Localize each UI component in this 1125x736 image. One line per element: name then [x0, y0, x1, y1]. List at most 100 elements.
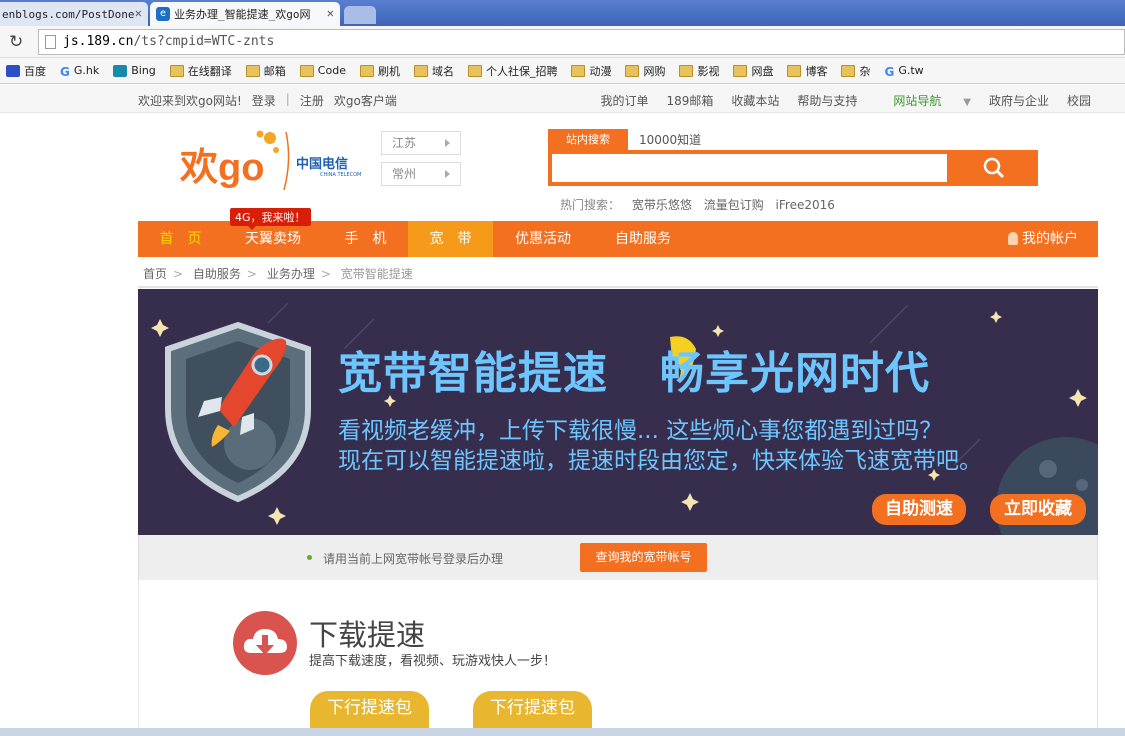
bookmark-item[interactable]: 邮箱 — [245, 63, 286, 79]
nav-promotions[interactable]: 优惠活动 — [493, 221, 593, 257]
site-topbar: 欢迎来到欢go网站! 登录 | 注册 欢go客户端 我的订单 189邮箱 收藏本… — [0, 85, 1125, 113]
tab-site-search[interactable]: 站内搜索 — [548, 129, 628, 150]
download-cloud-icon — [233, 611, 297, 675]
folder-icon — [299, 64, 314, 77]
nav-home[interactable]: 首 页 — [138, 221, 223, 257]
url-host: js.189.cn — [63, 34, 134, 49]
new-tab-button[interactable] — [344, 6, 376, 24]
add-favorite-button[interactable]: 立即收藏 — [990, 494, 1086, 525]
nav-phones[interactable]: 手 机 — [323, 221, 408, 257]
site-nav-label: 网站导航 — [893, 94, 942, 108]
bookmark-site-link[interactable]: 收藏本站 — [731, 92, 779, 109]
bookmark-item[interactable]: G G.hk — [60, 64, 100, 79]
folder-icon — [245, 64, 260, 77]
bookmark-item[interactable]: 在线翻译 — [169, 63, 232, 79]
bookmark-label: 个人社保_招聘 — [485, 64, 558, 78]
client-link[interactable]: 欢go客户端 — [334, 92, 397, 109]
bookmarks-bar: 百度 G G.hk Bing 在线翻译 邮箱 Code 刷机 域名 个人社保_招聘 动漫 网购 影视 网盘… — [0, 58, 1125, 84]
crumb-current: 宽带智能提速 — [340, 267, 413, 281]
promo-banner: 宽带智能提速 畅享光网时代 看视频老缓冲，上传下载很慢... 这些烦心事您都遇到过… — [138, 289, 1098, 535]
nav-my-account[interactable]: 我的帐户 — [1008, 221, 1078, 257]
browser-tab-active[interactable]: e 业务办理_智能提速_欢go网 ✕ — [150, 2, 340, 26]
address-bar[interactable]: js.189.cn/ts?cmpid=WTC-znts — [38, 29, 1125, 55]
hot-label: 热门搜索： — [560, 198, 621, 212]
bookmark-item[interactable]: 杂 — [841, 63, 870, 79]
4g-badge: 4G，我来啦！ — [230, 208, 311, 230]
tab-10000-knows[interactable]: 10000知道 — [639, 131, 701, 148]
search-input[interactable] — [552, 154, 947, 182]
bookmark-item[interactable]: G G.tw — [884, 64, 924, 79]
mail-189-link[interactable]: 189邮箱 — [666, 92, 713, 109]
banner-line-2: 现在可以智能提速啦，提速时段由您定，快来体验飞速宽带吧。 — [338, 448, 982, 474]
bookmark-item[interactable]: 百度 — [6, 63, 46, 79]
bookmark-label: G.tw — [898, 64, 924, 77]
tab-title: enblogs.com/PostDone — [2, 7, 135, 21]
help-link[interactable]: 帮助与支持 — [797, 92, 857, 109]
my-orders-link[interactable]: 我的订单 — [600, 92, 648, 109]
banner-line-1: 看视频老缓冲，上传下载很慢... 这些烦心事您都遇到过吗？ — [338, 418, 943, 444]
telecom-favicon-icon: e — [156, 7, 170, 21]
folder-icon — [413, 64, 428, 77]
crumb-home[interactable]: 首页 — [143, 267, 167, 281]
separator: | — [285, 92, 290, 106]
bookmark-label: 网购 — [643, 64, 666, 78]
bookmark-item[interactable]: 影视 — [679, 63, 719, 79]
brand-text: 中国电信 — [296, 156, 348, 172]
bookmark-label: 动漫 — [589, 64, 612, 78]
brand-en-text: CHINA TELECOM — [320, 172, 361, 178]
campus-link[interactable]: 校园 — [1067, 92, 1091, 109]
close-tab-icon[interactable]: ✕ — [327, 6, 334, 20]
site-logo[interactable]: 欢go 中国电信 CHINA TELECOM — [179, 128, 375, 192]
banner-title: 宽带智能提速 畅享光网时代 — [338, 337, 930, 401]
hot-keyword[interactable]: 流量包订购 — [704, 198, 764, 212]
browser-tab[interactable]: enblogs.com/PostDone ✕ — [0, 2, 148, 26]
hot-keyword[interactable]: iFree2016 — [776, 198, 835, 212]
search-button[interactable] — [949, 150, 1038, 186]
hot-keyword[interactable]: 宽带乐悠悠 — [632, 198, 692, 212]
bookmark-item[interactable]: 博客 — [787, 63, 827, 79]
bookmark-item[interactable]: 个人社保_招聘 — [467, 63, 558, 79]
bookmark-item[interactable]: Code — [299, 64, 346, 77]
login-link[interactable]: 登录 — [252, 92, 276, 109]
reload-icon[interactable]: ↻ — [9, 32, 23, 52]
folder-icon — [467, 64, 482, 77]
close-tab-icon[interactable]: ✕ — [135, 6, 142, 20]
page-icon — [45, 35, 56, 49]
query-account-button[interactable]: 查询我的宽带帐号 — [580, 543, 707, 572]
main-nav: 首 页 天翼卖场 手 机 宽 带 优惠活动 自助服务 我的帐户 — [138, 221, 1098, 257]
bookmark-label: 百度 — [24, 64, 46, 78]
nav-broadband[interactable]: 宽 带 — [408, 221, 493, 257]
bookmark-label: G.hk — [73, 64, 100, 77]
tab-title: 业务办理_智能提速_欢go网 — [174, 8, 311, 21]
bookmark-item[interactable]: 刷机 — [359, 63, 400, 79]
bookmark-label: 域名 — [431, 64, 454, 78]
baidu-icon — [6, 64, 20, 77]
crumb-self-service[interactable]: 自助服务 — [193, 267, 241, 281]
bookmark-item[interactable]: 网盘 — [733, 63, 773, 79]
nav-self-service[interactable]: 自助服务 — [593, 221, 693, 257]
city-select[interactable]: 常州 — [381, 162, 461, 186]
user-icon — [1008, 232, 1018, 245]
province-select[interactable]: 江苏 — [381, 131, 461, 155]
bookmark-label: Code — [317, 64, 346, 77]
gov-enterprise-link[interactable]: 政府与企业 — [989, 92, 1049, 109]
site-nav-dropdown[interactable]: 网站导航 ▼ — [875, 92, 971, 109]
folder-icon — [841, 64, 856, 77]
breadcrumb: 首页 > 自助服务 > 业务办理 > 宽带智能提速 — [143, 267, 413, 281]
browser-toolbar: ↻ js.189.cn/ts?cmpid=WTC-znts — [0, 26, 1125, 58]
bookmark-item[interactable]: 网购 — [625, 63, 665, 79]
bookmark-label: 杂 — [859, 64, 871, 78]
register-link[interactable]: 注册 — [300, 92, 324, 109]
banner-title-a: 宽带智能提速 — [338, 348, 608, 399]
bookmark-label: 邮箱 — [263, 64, 286, 78]
nav-tianyi-store[interactable]: 天翼卖场 — [223, 221, 323, 257]
crumb-business[interactable]: 业务办理 — [267, 267, 315, 281]
bookmark-item[interactable]: 域名 — [413, 63, 454, 79]
bookmark-item[interactable]: 动漫 — [571, 63, 611, 79]
speed-test-button[interactable]: 自助测速 — [872, 494, 966, 525]
logo-text: 欢go — [180, 147, 264, 189]
bing-icon — [113, 64, 128, 77]
bookmark-item[interactable]: Bing — [113, 64, 156, 77]
bookmark-label: 网盘 — [751, 64, 774, 78]
google-icon: G — [884, 64, 895, 79]
